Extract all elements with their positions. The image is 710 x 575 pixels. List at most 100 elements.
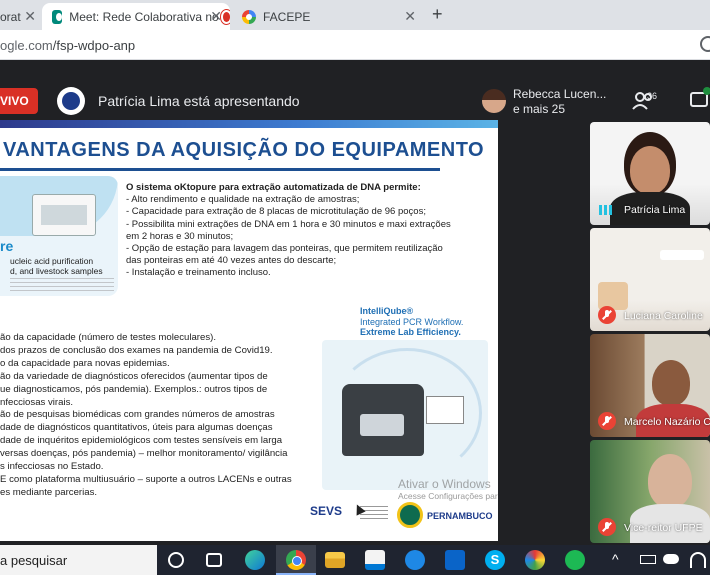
task-view-icon[interactable]: [206, 553, 222, 567]
participant-tile-name: Marcelo Nazário C: [624, 416, 710, 428]
intelliqube-heading: IntelliQube® Integrated PCR Workflow. Ex…: [360, 306, 463, 338]
presentation-slide: VANTAGENS DA AQUISIÇÃO DO EQUIPAMENTO re…: [0, 120, 498, 541]
mic-off-icon: [598, 518, 616, 536]
participant-tile-name: Vice-reitor UFPE: [624, 522, 703, 534]
advantage-line: ão de pesquisas biomédicas com grandes n…: [0, 409, 275, 421]
windows-activation-title: Ativar o Windows: [398, 477, 491, 491]
tab-meet-label: Meet: Rede Colaborativa no: [69, 9, 219, 24]
slide-title: VANTAGENS DA AQUISIÇÃO DO EQUIPAMENTO: [3, 139, 485, 161]
url-host: ogle.com: [0, 38, 53, 53]
presenter-banner: Patrícia Lima está apresentando: [98, 93, 300, 109]
participant-tile[interactable]: Patrícia Lima: [590, 122, 710, 225]
url-text: ogle.com/fsp-wdpo-anp: [0, 38, 135, 53]
cortana-icon[interactable]: [168, 552, 184, 568]
stage-background: [498, 120, 590, 545]
pcr-device: [342, 384, 424, 456]
intelliqube-line-1: Integrated PCR Workflow.: [360, 316, 464, 327]
advantage-line: dade de inquéritos epidemiológicos com t…: [0, 435, 283, 447]
meet-favicon-icon: [52, 9, 63, 24]
oktopure-machine-image: [32, 194, 96, 236]
card-line-1: ucleic acid purification: [10, 256, 94, 266]
tab-previous[interactable]: orat ✕: [0, 3, 40, 30]
participant-face: [648, 454, 692, 508]
tab-previous-close-icon[interactable]: ✕: [24, 8, 36, 25]
participant-tile[interactable]: Marcelo Nazário C: [590, 334, 710, 437]
title-underline: [0, 168, 440, 171]
advantage-line: ão da capacidade (número de testes molec…: [0, 332, 216, 343]
advantage-line: ão da variedade de diagnósticos oferecid…: [0, 370, 268, 382]
tab-meet[interactable]: Meet: Rede Colaborativa no ✕: [42, 3, 230, 30]
sevs-logo-text: SEVS: [310, 504, 343, 518]
recording-indicator-icon: [222, 11, 230, 22]
spotify-icon[interactable]: [565, 550, 585, 570]
benefits-heading: O sistema oKtopure para extração automat…: [126, 182, 421, 193]
intelliqube-brand: IntelliQube®: [360, 306, 414, 316]
participant-tile-name: Luciana Caroline: [624, 310, 703, 322]
pernambuco-logo-text: PERNAMBUCO: [427, 511, 493, 521]
new-tab-button[interactable]: +: [432, 4, 443, 25]
benefit-line: das ponteiras em até 40 vezes antes do d…: [126, 255, 337, 267]
device-screen: [426, 396, 464, 424]
intelliqube-line-2: Extreme Lab Efficiency.: [360, 327, 461, 337]
slide-top-bar: [0, 120, 498, 128]
live-badge: VIVO: [0, 88, 38, 114]
participant-face: [652, 360, 690, 406]
speaking-indicator-icon: [599, 205, 613, 215]
people-count: 36: [647, 91, 658, 101]
taskbar-search-placeholder: a pesquisar: [0, 553, 68, 568]
participant-tile[interactable]: Luciana Caroline: [590, 228, 710, 331]
participant-face: [630, 146, 670, 194]
pernambuco-seal-icon: [397, 502, 423, 528]
skype-icon[interactable]: S: [485, 550, 505, 570]
wifi-icon[interactable]: [690, 552, 706, 568]
benefit-line: - Alto rendimento e qualidade na extraçã…: [126, 194, 360, 206]
benefits-list: O sistema oKtopure para extração automat…: [126, 182, 496, 280]
advantage-line: nfecciosas virais.: [0, 396, 74, 408]
advantage-line: versas doenças, pós pandemia) – melhor m…: [0, 448, 288, 460]
tab-facepe[interactable]: FACEPE ✕: [232, 3, 424, 30]
participant-more: e mais 25: [513, 102, 566, 116]
benefit-line: - Capacidade para extração de 8 placas d…: [126, 206, 426, 218]
mic-off-icon: [598, 306, 616, 324]
mail-icon[interactable]: [445, 550, 465, 570]
card-fine-print: [10, 278, 114, 292]
participant-summary[interactable]: Rebecca Lucen... e mais 25: [475, 82, 611, 120]
tab-meet-close-icon[interactable]: ✕: [210, 8, 222, 25]
chromium-icon[interactable]: [405, 550, 425, 570]
advantage-line: es mediante parcerias.: [0, 486, 98, 498]
participant-name: Rebecca Lucen...: [513, 87, 607, 101]
edge-icon[interactable]: [245, 550, 265, 570]
benefit-line: - Opção de estação para lavagem das pont…: [126, 243, 443, 255]
battery-icon[interactable]: [640, 555, 656, 564]
file-explorer-icon[interactable]: [325, 552, 345, 568]
paint-icon[interactable]: [525, 550, 545, 570]
participant-tile[interactable]: Vice-reitor UFPE: [590, 440, 710, 543]
advantage-line: dos prazos de conclusão dos exames na pa…: [0, 344, 273, 356]
mic-off-icon: [598, 412, 616, 430]
onedrive-icon[interactable]: [663, 554, 679, 564]
benefit-line: - Possibilita mini extrações de DNA em 1…: [126, 218, 451, 230]
air-conditioner: [660, 250, 704, 260]
sevs-logo: SEVS: [310, 500, 390, 530]
avatar: [482, 89, 506, 113]
taskbar-search-box[interactable]: a pesquisar: [0, 545, 157, 575]
advantage-line: o da capacidade para novas epidemias.: [0, 357, 170, 369]
facepe-favicon-icon: [242, 9, 256, 24]
windows-activation-subtitle: Acesse Configurações para ativar o Windo…: [398, 491, 498, 501]
address-bar[interactable]: ogle.com/fsp-wdpo-anp: [0, 30, 710, 60]
tab-facepe-close-icon[interactable]: ✕: [404, 8, 416, 25]
advantages-list: ão da capacidade (número de testes molec…: [0, 332, 310, 500]
url-path: /fsp-wdpo-anp: [52, 38, 136, 53]
advantage-line: ue diagnosticamos, pós pandemia). Exempl…: [0, 383, 268, 395]
tab-previous-label: orat: [0, 9, 21, 24]
store-icon[interactable]: [365, 550, 385, 570]
advantage-line: E como plataforma multiusuário – suporte…: [0, 473, 292, 485]
card-brand: re: [0, 238, 14, 254]
chat-notification-badge: [703, 87, 710, 95]
tray-chevron-icon[interactable]: ^: [612, 551, 619, 567]
chrome-icon[interactable]: [286, 550, 306, 570]
profile-icon[interactable]: [700, 36, 710, 52]
card-line-2: d, and livestock samples: [10, 266, 103, 276]
windows-taskbar: a pesquisar S ^: [0, 545, 710, 575]
benefit-line: - Instalação e treinamento incluso.: [126, 267, 271, 279]
